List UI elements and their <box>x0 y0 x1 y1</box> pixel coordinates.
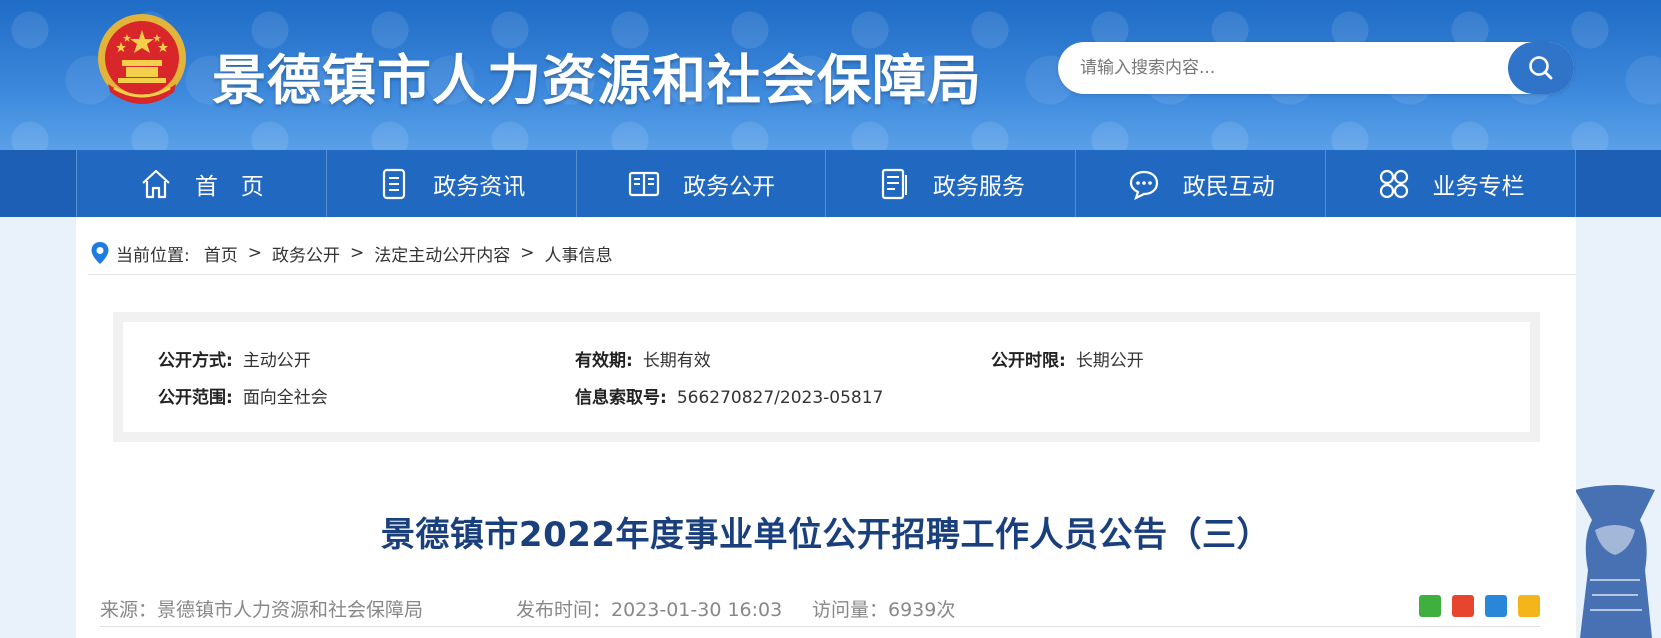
porcelain-vase-decoration <box>1575 485 1655 638</box>
qq-icon[interactable] <box>1485 595 1507 617</box>
document-icon <box>383 168 406 199</box>
nav-item-home[interactable]: 首 页 <box>76 150 326 217</box>
search-input[interactable] <box>1080 54 1480 82</box>
breadcrumb-separator: > <box>520 243 535 263</box>
breadcrumb-legal[interactable]: 法定主动公开内容 <box>374 241 510 266</box>
breadcrumb: 当前位置: 首页 > 政务公开 > 法定主动公开内容 > 人事信息 <box>90 237 612 269</box>
meta-index-no: 信息索取号: 566270827/2023-05817 <box>575 388 884 408</box>
breadcrumb-divider <box>88 274 1576 275</box>
meta-open-scope: 公开范围: 面向全社会 <box>158 388 328 408</box>
nav-item-service[interactable]: 政务服务 <box>825 150 1076 217</box>
article-views: 访问量：6939次 <box>812 599 956 621</box>
search-button[interactable] <box>1508 42 1574 94</box>
breadcrumb-personnel[interactable]: 人事信息 <box>544 241 612 266</box>
nav-item-interaction[interactable]: 政民互动 <box>1075 150 1326 217</box>
open-book-icon <box>628 171 660 196</box>
nav-item-label: 政务服务 <box>932 173 1025 200</box>
breadcrumb-separator: > <box>349 243 365 263</box>
nav-item-news[interactable]: 政务资讯 <box>325 150 576 217</box>
meta-validity: 有效期: 长期有效 <box>575 351 711 371</box>
breadcrumb-home[interactable]: 首页 <box>204 241 238 266</box>
search-box <box>1058 42 1574 94</box>
meta-open-period: 公开时限: 长期公开 <box>991 351 1144 371</box>
info-divider <box>100 626 1540 627</box>
location-pin-icon <box>91 242 109 264</box>
site-title: 景德镇市人力资源和社会保障局 <box>212 49 982 112</box>
article-title: 景德镇市2022年度事业单位公开招聘工作人员公告（三） <box>380 515 1272 555</box>
article-source: 来源：景德镇市人力资源和社会保障局 <box>100 599 424 621</box>
breadcrumb-open[interactable]: 政务公开 <box>272 241 340 266</box>
breadcrumb-prefix: 当前位置: <box>116 245 190 266</box>
nav-item-open[interactable]: 政务公开 <box>575 150 826 217</box>
search-icon <box>1529 56 1553 80</box>
chat-icon <box>1129 170 1158 200</box>
nav-item-label: 政务资讯 <box>433 173 526 200</box>
nav-item-label: 政务公开 <box>683 173 776 200</box>
share-buttons <box>1419 595 1540 617</box>
wechat-icon[interactable] <box>1419 595 1441 617</box>
breadcrumb-separator: > <box>247 243 262 263</box>
nav-item-label: 首 页 <box>194 173 264 200</box>
grid-icon <box>1379 169 1408 198</box>
nav-item-label: 政民互动 <box>1182 173 1275 200</box>
article-published: 发布时间：2023-01-30 16:03 <box>516 599 783 621</box>
meta-open-method: 公开方式: 主动公开 <box>158 351 311 371</box>
nav-item-label: 业务专栏 <box>1432 173 1525 200</box>
national-emblem-icon <box>98 14 186 104</box>
content-panel: 当前位置: 首页 > 政务公开 > 法定主动公开内容 > 人事信息 公开方式: 主… <box>76 217 1576 638</box>
list-icon <box>881 168 907 199</box>
qzone-icon[interactable] <box>1518 595 1540 617</box>
nav-item-special[interactable]: 业务专栏 <box>1325 150 1576 217</box>
home-icon <box>142 169 170 198</box>
info-meta-box: 公开方式: 主动公开 有效期: 长期有效 公开时限: 长期公开 公开范围: 面向全社会 … <box>113 312 1540 442</box>
main-nav: 首 页 政务资讯 政务公开 政务服务 政民互动 业务专栏 <box>0 150 1661 217</box>
article-info-row: 来源：景德镇市人力资源和社会保障局 发布时间：2023-01-30 16:03 … <box>100 591 1540 623</box>
site-header: 景德镇市人力资源和社会保障局 <box>0 0 1661 150</box>
weibo-icon[interactable] <box>1452 595 1474 617</box>
